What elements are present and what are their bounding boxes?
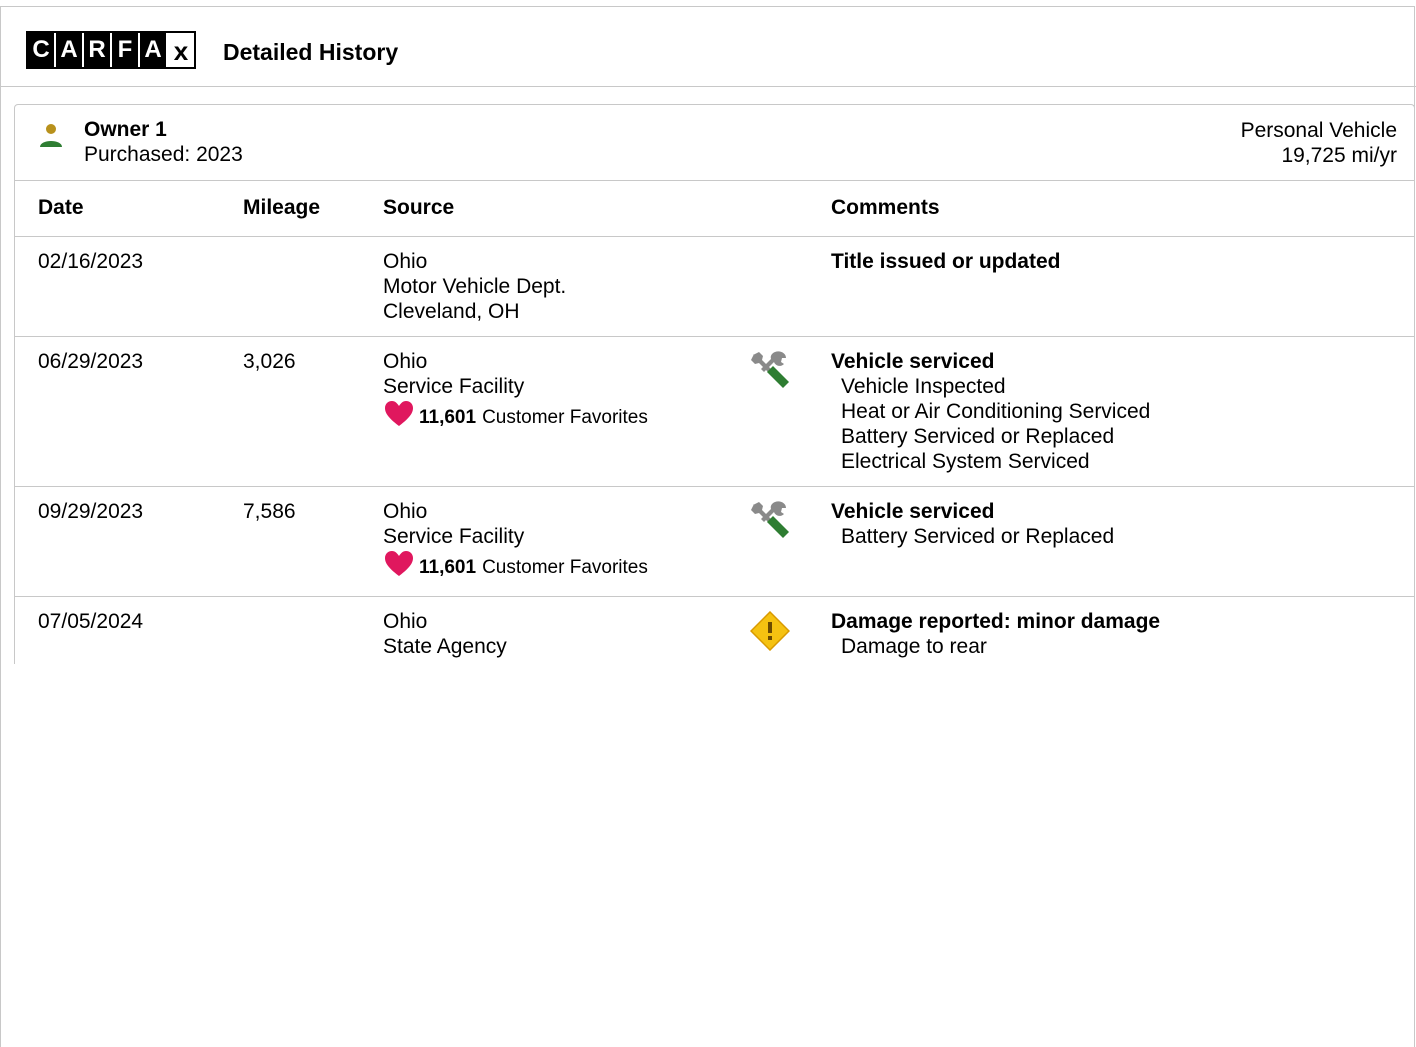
column-header-comments: Comments [831, 180, 1414, 237]
source-line: Ohio [383, 610, 428, 633]
row-icon [750, 486, 831, 597]
heart-icon [383, 401, 419, 434]
source-line: Ohio [383, 350, 428, 373]
row-date: 06/29/2023 [15, 336, 243, 487]
mileage-rate: 19,725 mi/yr [1281, 144, 1397, 167]
row-source: Ohio Service Facility 11,601 Customer Fa… [383, 336, 750, 487]
source-line: Ohio [383, 250, 428, 273]
carfax-logo: C A R F A x [26, 31, 196, 69]
vehicle-type: Personal Vehicle [1240, 119, 1397, 142]
customer-favorites[interactable]: 11,601 Customer Favorites [383, 551, 750, 584]
row-mileage: 7,586 [243, 486, 383, 597]
comment-item: Vehicle Inspected [841, 375, 1006, 398]
row-comments: Vehicle serviced Battery Serviced or Rep… [831, 486, 1414, 597]
favorites-count: 11,601 [419, 557, 477, 578]
logo-letter: A [56, 33, 84, 67]
column-header-icon [750, 180, 831, 237]
report-header: C A R F A x Detailed History [0, 6, 1416, 87]
comment-title: Vehicle serviced [831, 500, 995, 523]
row-mileage [243, 597, 383, 660]
logo-letter: C [28, 33, 56, 67]
row-source: Ohio State Agency [383, 597, 750, 660]
row-source: Ohio Service Facility 11,601 Customer Fa… [383, 486, 750, 597]
comment-title: Damage reported: minor damage [831, 610, 1161, 633]
wrench-screwdriver-icon [750, 501, 790, 544]
person-icon [39, 123, 63, 149]
comment-item: Damage to rear [841, 635, 987, 658]
logo-letter: A [140, 33, 168, 67]
source-line: Service Facility [383, 375, 525, 398]
favorites-count: 11,601 [419, 407, 477, 428]
logo-letter: F [112, 33, 140, 67]
row-date: 02/16/2023 [15, 236, 243, 337]
favorites-label: Customer Favorites [482, 407, 648, 428]
table-row: 07/05/2024 Ohio State Agency Damage repo… [15, 597, 1414, 660]
comment-title: Vehicle serviced [831, 350, 995, 373]
comment-item: Electrical System Serviced [841, 450, 1090, 473]
row-date: 09/29/2023 [15, 486, 243, 597]
comment-item: Battery Serviced or Replaced [841, 525, 1115, 548]
row-comments: Vehicle serviced Vehicle Inspected Heat … [831, 336, 1414, 487]
row-mileage: 3,026 [243, 336, 383, 487]
table-row: 09/29/2023 7,586 Ohio Service Facility 1… [15, 486, 1414, 597]
heart-icon [383, 551, 419, 584]
row-comments: Damage reported: minor damage Damage to … [831, 597, 1414, 660]
table-header-row: Date Mileage Source Comments [15, 180, 1414, 237]
history-table: Date Mileage Source Comments 02/16/2023 … [15, 180, 1414, 659]
page-title: Detailed History [223, 39, 399, 65]
source-line: State Agency [383, 635, 507, 658]
comment-title: Title issued or updated [831, 250, 1061, 273]
source-line: Motor Vehicle Dept. [383, 275, 567, 298]
owner-summary: Owner 1 Purchased: 2023 Personal Vehicle… [15, 105, 1414, 181]
warning-diamond-icon [749, 610, 791, 656]
row-source: Ohio Motor Vehicle Dept. Cleveland, OH [383, 236, 750, 337]
comment-item: Battery Serviced or Replaced [841, 425, 1115, 448]
logo-letter: x [168, 33, 194, 67]
owner-name: Owner 1 [84, 118, 167, 141]
row-icon [750, 336, 831, 487]
source-line: Cleveland, OH [383, 300, 520, 323]
owner-history-card: Owner 1 Purchased: 2023 Personal Vehicle… [14, 104, 1415, 664]
row-icon [750, 236, 831, 337]
column-header-mileage: Mileage [243, 180, 383, 237]
owner-vehicle-info: Personal Vehicle 19,725 mi/yr [1241, 118, 1397, 168]
logo-letter: R [84, 33, 112, 67]
row-icon [749, 597, 831, 660]
favorites-label: Customer Favorites [482, 557, 648, 578]
row-date: 07/05/2024 [38, 610, 144, 633]
column-header-date: Date [15, 180, 243, 237]
table-row: 06/29/2023 3,026 Ohio Service Facility 1… [15, 336, 1414, 487]
comment-item: Heat or Air Conditioning Serviced [841, 400, 1151, 423]
row-mileage [243, 236, 383, 337]
owner-purchased: Purchased: 2023 [84, 143, 243, 166]
source-line: Ohio [383, 500, 428, 523]
column-header-source: Source [383, 180, 750, 237]
wrench-screwdriver-icon [750, 351, 790, 394]
table-row: 02/16/2023 Ohio Motor Vehicle Dept. Clev… [15, 236, 1414, 337]
customer-favorites[interactable]: 11,601 Customer Favorites [383, 401, 750, 434]
row-comments: Title issued or updated [831, 236, 1414, 337]
source-line: Service Facility [383, 525, 525, 548]
